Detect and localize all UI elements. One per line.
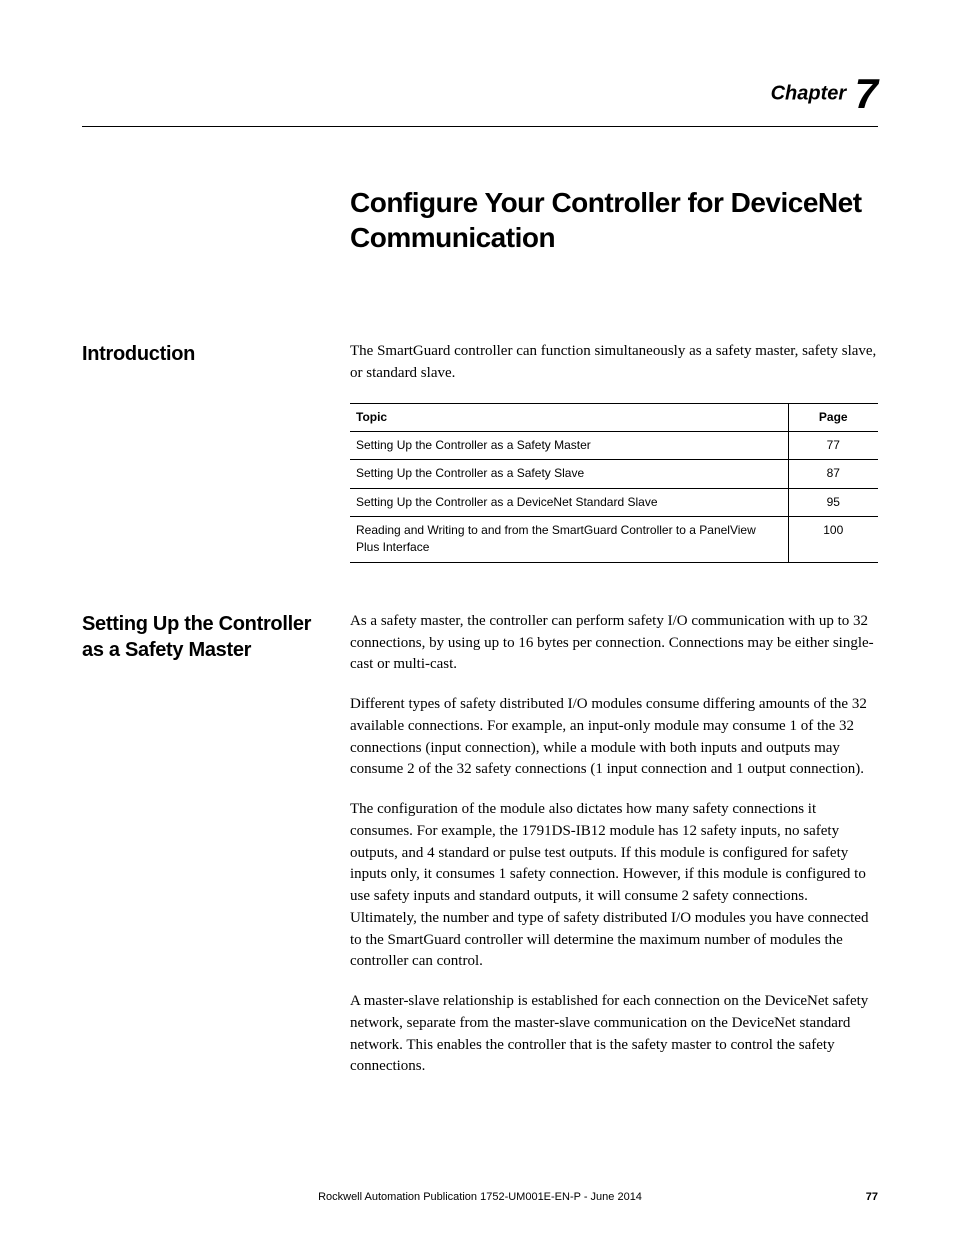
table-row: Setting Up the Controller as a Safety Sl… <box>350 460 878 488</box>
table-row: Reading and Writing to and from the Smar… <box>350 517 878 563</box>
table-header-topic: Topic <box>350 403 788 431</box>
body-paragraph: Different types of safety distributed I/… <box>350 694 878 781</box>
body-paragraph: As a safety master, the controller can p… <box>350 611 878 676</box>
table-cell-page: 87 <box>788 460 878 488</box>
chapter-header: Chapter 7 <box>82 70 878 118</box>
footer-publication: Rockwell Automation Publication 1752-UM0… <box>82 1191 878 1203</box>
footer-page-number: 77 <box>866 1191 878 1203</box>
section-heading: Setting Up the Controller as a Safety Ma… <box>82 611 350 1096</box>
introduction-section: Introduction The SmartGuard controller c… <box>82 341 878 563</box>
chapter-label: Chapter <box>771 83 847 105</box>
safety-master-section: Setting Up the Controller as a Safety Ma… <box>82 611 878 1096</box>
table-cell-topic: Reading and Writing to and from the Smar… <box>350 517 788 563</box>
topic-table: Topic Page Setting Up the Controller as … <box>350 403 878 563</box>
body-paragraph: A master-slave relationship is establish… <box>350 991 878 1078</box>
page-footer: Rockwell Automation Publication 1752-UM0… <box>82 1191 878 1203</box>
table-header-page: Page <box>788 403 878 431</box>
page-title: Configure Your Controller for DeviceNet … <box>350 185 878 255</box>
table-row: Setting Up the Controller as a Safety Ma… <box>350 431 878 459</box>
table-cell-topic: Setting Up the Controller as a DeviceNet… <box>350 488 788 516</box>
table-cell-page: 100 <box>788 517 878 563</box>
header-rule <box>82 126 878 127</box>
intro-heading: Introduction <box>82 341 350 563</box>
table-row: Setting Up the Controller as a DeviceNet… <box>350 488 878 516</box>
intro-text: The SmartGuard controller can function s… <box>350 341 878 385</box>
table-cell-page: 95 <box>788 488 878 516</box>
table-cell-topic: Setting Up the Controller as a Safety Sl… <box>350 460 788 488</box>
table-cell-page: 77 <box>788 431 878 459</box>
body-paragraph: The configuration of the module also dic… <box>350 799 878 973</box>
chapter-number: 7 <box>855 70 878 117</box>
table-cell-topic: Setting Up the Controller as a Safety Ma… <box>350 431 788 459</box>
